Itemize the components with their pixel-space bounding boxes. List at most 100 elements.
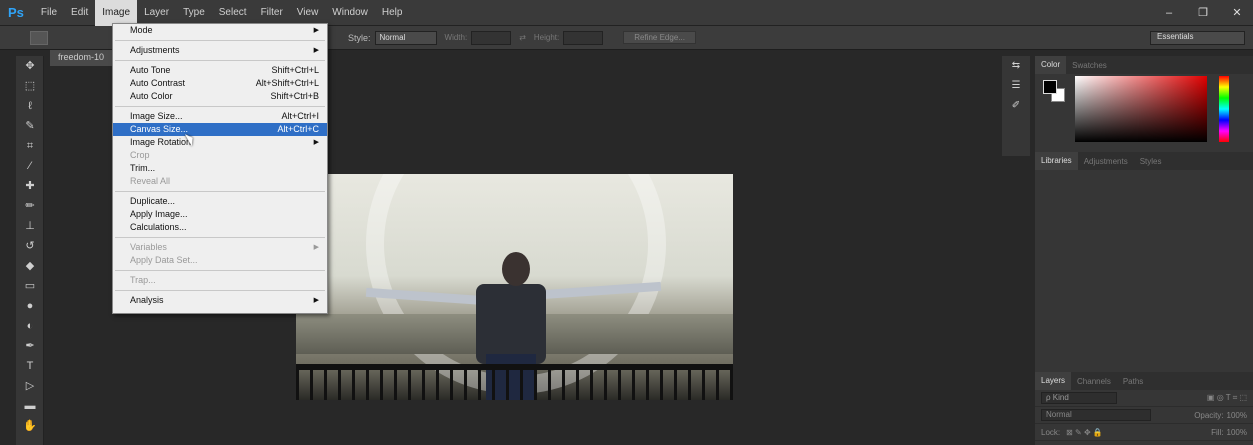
image-menu-dropdown: Mode ▶ Adjustments ▶ Auto Tone Shift+Ctrl+L… xyxy=(112,23,328,314)
swap-icon[interactable]: ⇄ xyxy=(519,33,526,42)
menu-separator xyxy=(115,106,325,107)
submenu-arrow-icon: ▶ xyxy=(313,139,319,146)
menu-window[interactable]: Window xyxy=(325,0,375,26)
tools-panel: ✥ ⬚ ℓ ✎ ⌗ ⁄ ✚ ✏ ⊥ ↺ ◆ ▭ ● ◐ ✒ T ▷ ▬ ✋ xyxy=(16,56,44,445)
move-tool-icon[interactable]: ✥ xyxy=(16,56,44,76)
style-select[interactable]: Normal xyxy=(374,30,437,45)
menu-item-image-size[interactable]: Image Size... Alt+Ctrl+I xyxy=(113,110,327,123)
menu-item-crop[interactable]: Crop xyxy=(113,149,327,162)
tab-styles[interactable]: Styles xyxy=(1134,157,1168,166)
menu-file[interactable]: File xyxy=(34,0,64,26)
submenu-arrow-icon: ▶ xyxy=(313,47,319,54)
color-spectrum[interactable] xyxy=(1075,76,1207,142)
fill-value[interactable]: 100% xyxy=(1227,428,1247,437)
railing-bars xyxy=(296,364,733,400)
menu-item-canvas-size[interactable]: Canvas Size... Alt+Ctrl+C xyxy=(113,123,327,136)
person-vest xyxy=(476,284,546,364)
menu-filter[interactable]: Filter xyxy=(254,0,290,26)
opacity-label: Opacity: xyxy=(1194,410,1224,420)
restore-button[interactable]: ❐ xyxy=(1191,3,1215,23)
menu-view[interactable]: View xyxy=(290,0,326,26)
tab-adjustments[interactable]: Adjustments xyxy=(1078,157,1134,166)
brush-tool-icon[interactable]: ✏ xyxy=(16,196,44,216)
workspace-select[interactable]: Essentials xyxy=(1150,31,1245,45)
path-select-icon[interactable]: ▷ xyxy=(16,376,44,396)
properties-panel-icon[interactable]: ☰ xyxy=(1002,76,1030,96)
menu-item-apply-data-set[interactable]: Apply Data Set... xyxy=(113,254,327,267)
menu-separator xyxy=(115,40,325,41)
window-controls: – ❐ ✕ xyxy=(1157,3,1249,23)
submenu-arrow-icon: ▶ xyxy=(313,244,319,251)
gradient-tool-icon[interactable]: ▭ xyxy=(16,276,44,296)
dodge-tool-icon[interactable]: ◐ xyxy=(16,316,44,336)
crop-tool-icon[interactable]: ⌗ xyxy=(16,136,44,156)
menu-item-mode[interactable]: Mode ▶ xyxy=(113,24,327,37)
tab-swatches[interactable]: Swatches xyxy=(1066,61,1113,70)
menu-item-trim[interactable]: Trim... xyxy=(113,162,327,175)
menu-item-variables[interactable]: Variables ▶ xyxy=(113,241,327,254)
eyedropper-tool-icon[interactable]: ⁄ xyxy=(16,156,44,176)
opacity-value[interactable]: 100% xyxy=(1227,411,1247,420)
tab-channels[interactable]: Channels xyxy=(1071,377,1117,386)
menu-item-calculations[interactable]: Calculations... xyxy=(113,221,327,234)
history-brush-icon[interactable]: ↺ xyxy=(16,236,44,256)
lock-icons[interactable]: ⊠ ✎ ✥ 🔒 xyxy=(1066,428,1103,437)
menu-edit[interactable]: Edit xyxy=(64,0,95,26)
submenu-arrow-icon: ▶ xyxy=(313,297,319,304)
canvas-image[interactable] xyxy=(296,174,733,400)
tab-layers[interactable]: Layers xyxy=(1035,372,1072,390)
menu-item-auto-color[interactable]: Auto Color Shift+Ctrl+B xyxy=(113,90,327,103)
menu-type[interactable]: Type xyxy=(176,0,212,26)
foreground-color-swatch[interactable] xyxy=(1043,80,1057,94)
type-tool-icon[interactable]: T xyxy=(16,356,44,376)
tab-libraries[interactable]: Libraries xyxy=(1035,152,1078,170)
menu-item-auto-contrast[interactable]: Auto Contrast Alt+Shift+Ctrl+L xyxy=(113,77,327,90)
marquee-tool-icon[interactable]: ⬚ xyxy=(16,76,44,96)
pen-tool-icon[interactable]: ✒ xyxy=(16,336,44,356)
hand-tool-icon[interactable]: ✋ xyxy=(16,416,44,436)
menu-item-trap[interactable]: Trap... xyxy=(113,274,327,287)
menu-item-reveal-all[interactable]: Reveal All xyxy=(113,175,327,188)
menu-item-auto-tone[interactable]: Auto Tone Shift+Ctrl+L xyxy=(113,64,327,77)
document-tab[interactable]: freedom-10 xyxy=(50,50,113,66)
quick-select-tool-icon[interactable]: ✎ xyxy=(16,116,44,136)
brush-panel-icon[interactable]: ✐ xyxy=(1002,96,1030,116)
layers-panel-tabs: Layers Channels Paths xyxy=(1035,372,1253,390)
height-field[interactable] xyxy=(563,30,604,45)
menu-help[interactable]: Help xyxy=(375,0,410,26)
width-label: Width: xyxy=(444,33,468,42)
tab-color[interactable]: Color xyxy=(1035,56,1067,74)
menu-separator xyxy=(115,191,325,192)
blur-tool-icon[interactable]: ● xyxy=(16,296,44,316)
menu-layer[interactable]: Layer xyxy=(137,0,176,26)
width-field[interactable] xyxy=(471,30,512,45)
menu-select[interactable]: Select xyxy=(212,0,254,26)
eraser-tool-icon[interactable]: ◆ xyxy=(16,256,44,276)
lock-row: Lock: ⊠ ✎ ✥ 🔒 Fill: 100% xyxy=(1035,424,1253,441)
tab-paths[interactable]: Paths xyxy=(1117,377,1149,386)
tool-preset-picker[interactable] xyxy=(30,30,48,45)
menu-item-image-rotation[interactable]: Image Rotation ▶ xyxy=(113,136,327,149)
filter-icons[interactable]: ▣ ◎ T ⌗ ⬚ xyxy=(1207,393,1247,403)
menu-item-apply-image[interactable]: Apply Image... xyxy=(113,208,327,221)
menu-image[interactable]: Image xyxy=(95,0,138,26)
person-head xyxy=(502,252,530,286)
menu-item-analysis[interactable]: Analysis ▶ xyxy=(113,294,327,307)
minimize-button[interactable]: – xyxy=(1157,3,1181,23)
blend-mode-select[interactable]: Normal xyxy=(1041,409,1151,421)
hue-slider[interactable] xyxy=(1219,76,1229,142)
menu-separator xyxy=(115,270,325,271)
history-panel-icon[interactable]: ⇆ xyxy=(1002,56,1030,76)
photoshop-window: Ps File Edit Image Layer Type Select Fil… xyxy=(0,0,1253,445)
refine-edge-button[interactable]: Refine Edge... xyxy=(623,31,696,44)
clone-stamp-icon[interactable]: ⊥ xyxy=(16,216,44,236)
close-button[interactable]: ✕ xyxy=(1225,3,1249,23)
healing-brush-icon[interactable]: ✚ xyxy=(16,176,44,196)
height-label: Height: xyxy=(533,33,560,42)
menu-item-duplicate[interactable]: Duplicate... xyxy=(113,195,327,208)
rectangle-tool-icon[interactable]: ▬ xyxy=(16,396,44,416)
menu-item-adjustments[interactable]: Adjustments ▶ xyxy=(113,44,327,57)
right-panels: Color Swatches Libraries Adjustments Sty… xyxy=(1035,56,1253,445)
lasso-tool-icon[interactable]: ℓ xyxy=(16,96,44,116)
kind-filter[interactable]: ρ Kind xyxy=(1041,392,1117,404)
